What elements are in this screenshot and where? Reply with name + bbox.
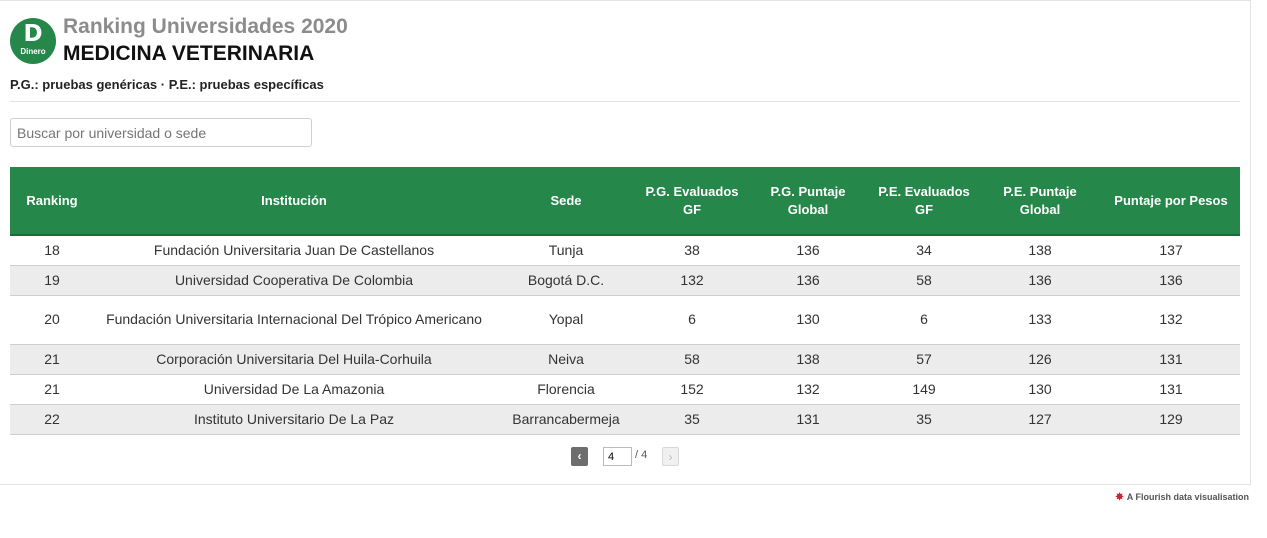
logo-text: Dinero	[20, 47, 46, 56]
next-page-button[interactable]: ›	[662, 447, 679, 466]
cell-ranking: 21	[10, 374, 94, 405]
cell-ranking: 19	[10, 265, 94, 296]
cell-pg-puntaje: 132	[746, 374, 870, 405]
cell-sede: Neiva	[494, 344, 638, 375]
chevron-left-icon: ‹	[577, 449, 582, 463]
table-row: 21 Corporación Universitaria Del Huila-C…	[10, 344, 1240, 375]
cell-pg-evaluados: 6	[638, 295, 746, 345]
cell-ranking: 20	[10, 295, 94, 345]
table-row: 20 Fundación Universitaria Internacional…	[10, 295, 1240, 345]
cell-institucion: Fundación Universitaria Juan De Castella…	[94, 235, 494, 266]
column-header-ranking[interactable]: Ranking	[10, 167, 94, 236]
cell-institucion: Corporación Universitaria Del Huila-Corh…	[94, 344, 494, 375]
cell-pg-puntaje: 130	[746, 295, 870, 345]
cell-sede: Tunja	[494, 235, 638, 266]
cell-pg-evaluados: 132	[638, 265, 746, 296]
table-row: 21 Universidad De La Amazonia Florencia …	[10, 374, 1240, 405]
divider	[10, 101, 1240, 102]
cell-pg-puntaje: 131	[746, 404, 870, 435]
page-number-input[interactable]	[603, 447, 632, 466]
column-header-sede[interactable]: Sede	[494, 167, 638, 236]
ranking-table: Ranking Institución Sede P.G. Evaluados …	[10, 167, 1240, 435]
cell-pg-puntaje: 138	[746, 344, 870, 375]
cell-pe-puntaje: 138	[978, 235, 1102, 266]
column-header-puntaje-pesos[interactable]: Puntaje por Pesos	[1102, 167, 1240, 236]
dinero-logo: D Dinero	[10, 18, 56, 64]
column-header-institucion[interactable]: Institución	[94, 167, 494, 236]
cell-pe-evaluados: 58	[870, 265, 978, 296]
search-input[interactable]	[10, 118, 312, 147]
chevron-right-icon: ›	[668, 450, 673, 464]
cell-puntaje-pesos: 136	[1102, 265, 1240, 296]
cell-institucion: Universidad Cooperativa De Colombia	[94, 265, 494, 296]
cell-ranking: 18	[10, 235, 94, 266]
cell-puntaje-pesos: 131	[1102, 344, 1240, 375]
cell-pg-evaluados: 152	[638, 374, 746, 405]
cell-sede: Barrancabermeja	[494, 404, 638, 435]
cell-pe-puntaje: 127	[978, 404, 1102, 435]
cell-puntaje-pesos: 131	[1102, 374, 1240, 405]
cell-pg-puntaje: 136	[746, 265, 870, 296]
cell-pe-puntaje: 136	[978, 265, 1102, 296]
cell-sede: Florencia	[494, 374, 638, 405]
cell-pg-evaluados: 35	[638, 404, 746, 435]
column-header-pe-puntaje[interactable]: P.E. Puntaje Global	[978, 167, 1102, 236]
flourish-credit-text: A Flourish data visualisation	[1126, 492, 1249, 502]
page-title: MEDICINA VETERINARIA	[63, 42, 315, 65]
table-row: 18 Fundación Universitaria Juan De Caste…	[10, 235, 1240, 266]
cell-puntaje-pesos: 132	[1102, 295, 1240, 345]
table-header-row: Ranking Institución Sede P.G. Evaluados …	[10, 167, 1240, 236]
visualisation-card: D Dinero Ranking Universidades 2020 MEDI…	[0, 0, 1251, 485]
flourish-credit-link[interactable]: ✸ A Flourish data visualisation	[1115, 492, 1249, 503]
cell-pg-puntaje: 136	[746, 235, 870, 266]
cell-pe-evaluados: 149	[870, 374, 978, 405]
cell-pe-puntaje: 126	[978, 344, 1102, 375]
cell-pe-puntaje: 133	[978, 295, 1102, 345]
table-row: 22 Instituto Universitario De La Paz Bar…	[10, 404, 1240, 435]
prev-page-button[interactable]: ‹	[571, 447, 588, 466]
cell-puntaje-pesos: 137	[1102, 235, 1240, 266]
cell-institucion: Universidad De La Amazonia	[94, 374, 494, 405]
column-header-pe-evaluados[interactable]: P.E. Evaluados GF	[870, 167, 978, 236]
table-row: 19 Universidad Cooperativa De Colombia B…	[10, 265, 1240, 296]
cell-pe-evaluados: 35	[870, 404, 978, 435]
logo-letter: D	[23, 21, 43, 47]
cell-pe-evaluados: 34	[870, 235, 978, 266]
cell-ranking: 21	[10, 344, 94, 375]
column-header-pg-puntaje[interactable]: P.G. Puntaje Global	[746, 167, 870, 236]
cell-pe-evaluados: 6	[870, 295, 978, 345]
cell-pe-puntaje: 130	[978, 374, 1102, 405]
cell-institucion: Instituto Universitario De La Paz	[94, 404, 494, 435]
cell-puntaje-pesos: 129	[1102, 404, 1240, 435]
cell-pg-evaluados: 38	[638, 235, 746, 266]
cell-pg-evaluados: 58	[638, 344, 746, 375]
cell-sede: Yopal	[494, 295, 638, 345]
column-header-pg-evaluados[interactable]: P.G. Evaluados GF	[638, 167, 746, 236]
flourish-logo-icon: ✸	[1115, 492, 1124, 503]
cell-institucion: Fundación Universitaria Internacional De…	[94, 295, 494, 345]
cell-sede: Bogotá D.C.	[494, 265, 638, 296]
cell-pe-evaluados: 57	[870, 344, 978, 375]
page-subtitle: P.G.: pruebas genéricas · P.E.: pruebas …	[10, 77, 324, 92]
page-supertitle: Ranking Universidades 2020	[63, 15, 348, 38]
page-total: / 4	[635, 449, 648, 461]
cell-ranking: 22	[10, 404, 94, 435]
